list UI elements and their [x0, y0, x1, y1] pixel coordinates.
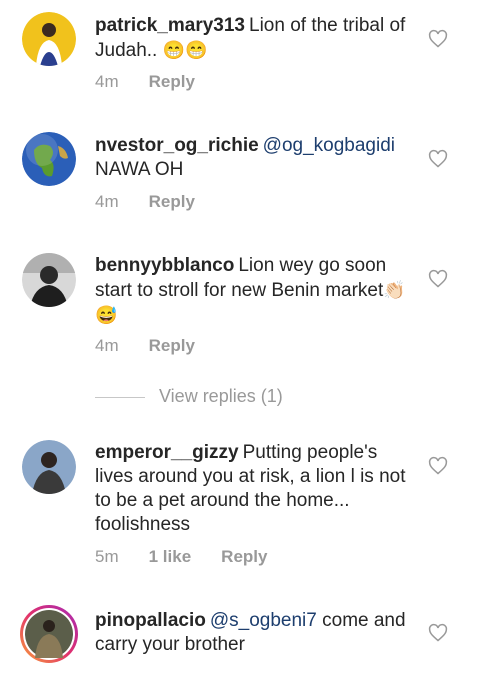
username[interactable]: patrick_mary313 [95, 15, 245, 36]
username[interactable]: nvestor_og_richie [95, 135, 259, 156]
avatar[interactable] [22, 12, 76, 66]
view-replies-button[interactable]: View replies (1) [95, 386, 395, 410]
avatar[interactable] [22, 253, 76, 307]
heart-outline-icon[interactable] [428, 149, 448, 169]
divider-line [95, 397, 145, 398]
reply-button[interactable]: Reply [149, 336, 195, 355]
view-replies-label: View replies (1) [159, 386, 283, 406]
timestamp: 4m [95, 192, 119, 211]
timestamp: 4m [95, 72, 119, 91]
comment-emoji: 😁😁 [162, 40, 208, 60]
mention-link[interactable]: @og_kogbagidi [263, 135, 395, 156]
username[interactable]: bennyybblanco [95, 255, 234, 276]
heart-outline-icon[interactable] [428, 29, 448, 49]
heart-outline-icon[interactable] [428, 623, 448, 643]
likes-count[interactable]: 1 like [149, 547, 192, 566]
mention-link[interactable]: @s_ogbeni7 [210, 610, 317, 631]
reply-button[interactable]: Reply [221, 547, 267, 566]
heart-outline-icon[interactable] [428, 269, 448, 289]
comment-text: NAWA OH [95, 159, 184, 180]
timestamp: 5m [95, 547, 119, 566]
avatar[interactable] [22, 440, 76, 494]
username[interactable]: pinopallacio [95, 610, 206, 631]
avatar[interactable] [19, 604, 79, 664]
username[interactable]: emperor__gizzy [95, 442, 239, 463]
reply-button[interactable]: Reply [149, 72, 195, 91]
timestamp: 4m [95, 336, 119, 355]
reply-button[interactable]: Reply [149, 192, 195, 211]
avatar[interactable] [22, 132, 76, 186]
heart-outline-icon[interactable] [428, 456, 448, 476]
